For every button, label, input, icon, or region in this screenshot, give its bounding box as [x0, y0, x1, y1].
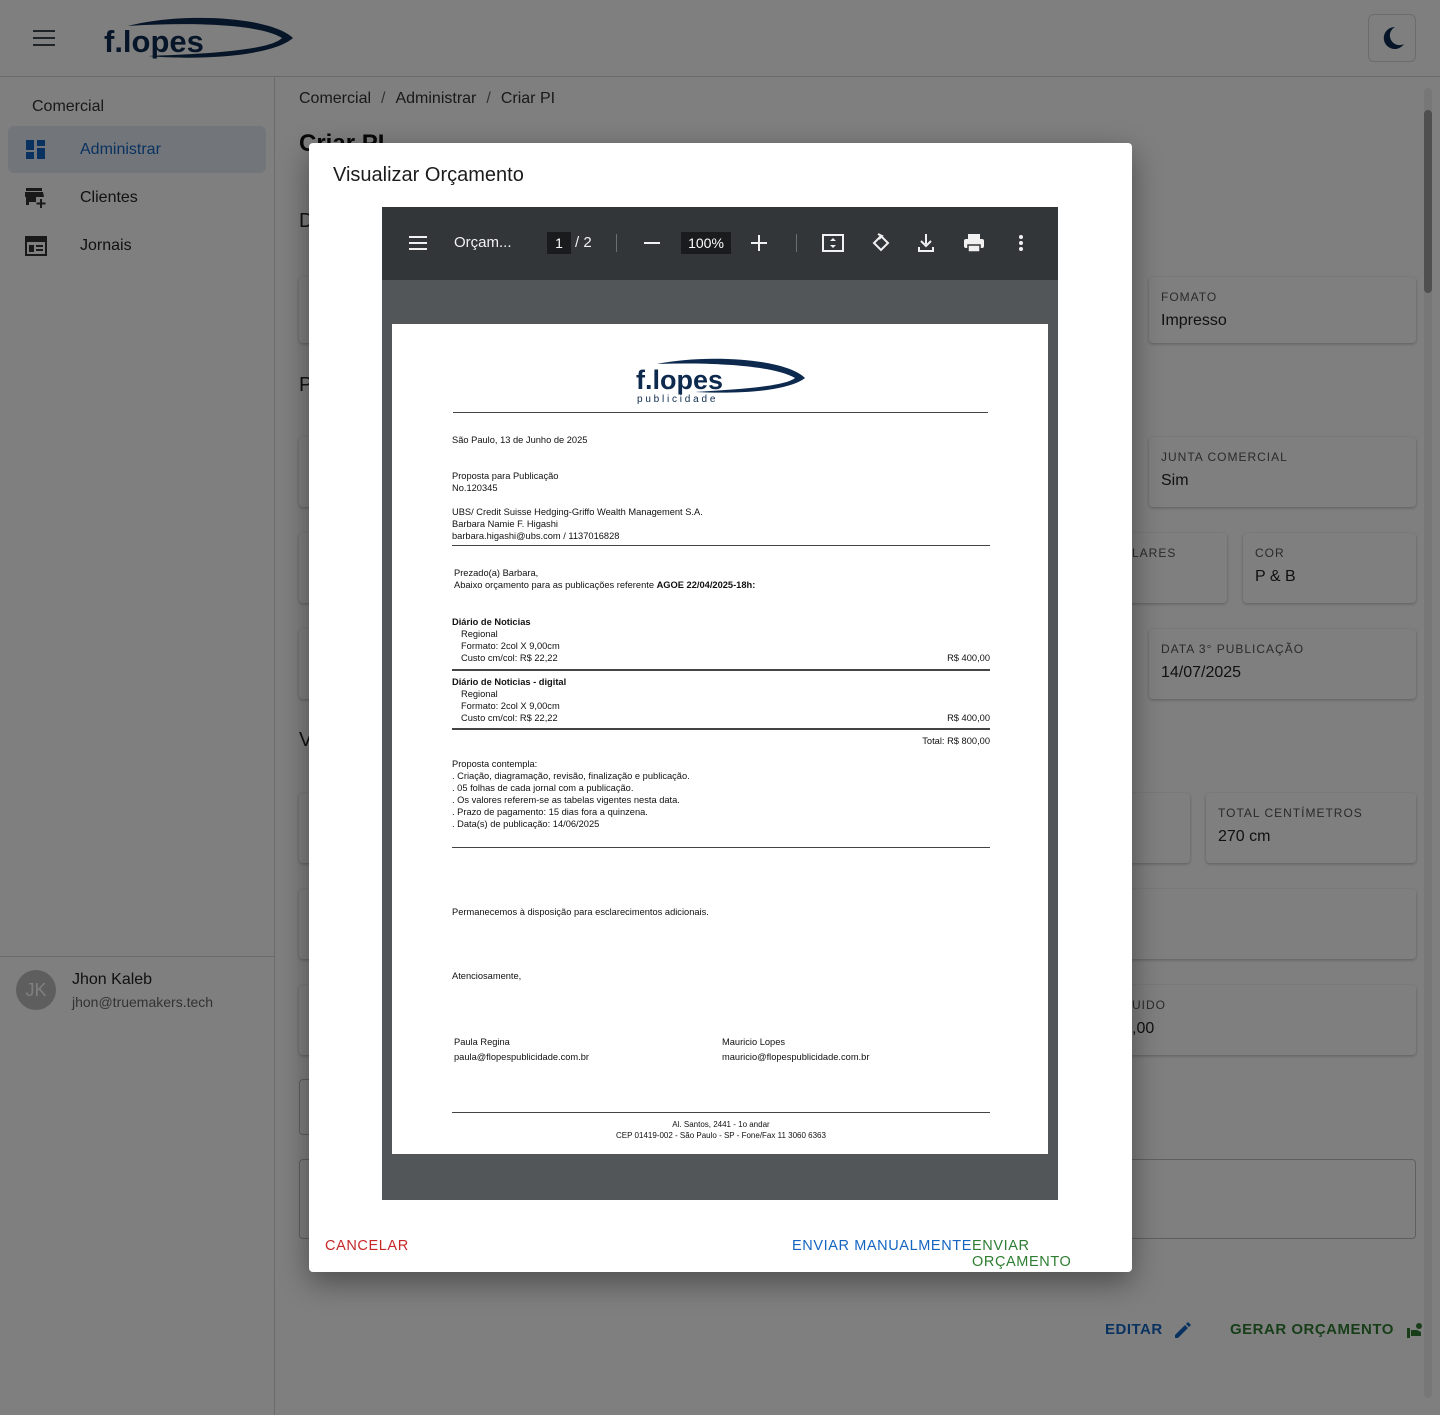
svg-text:f.lopes: f.lopes	[636, 365, 723, 395]
pdf-item-region: Regional	[461, 689, 498, 699]
pdf-closing: Permanecemos à disposição para esclareci…	[452, 907, 709, 917]
pdf-page: f.lopes p u b l i c i d a d e São Paulo,…	[392, 324, 1048, 1154]
pdf-toolbar: Orçam... 1 / 2 100%	[382, 207, 1058, 280]
pdf-regards: Atenciosamente,	[452, 971, 522, 981]
pdf-signer-email: paula@flopespublicidade.com.br	[454, 1052, 590, 1062]
pdf-rule	[452, 545, 990, 546]
pdf-rule	[452, 669, 990, 671]
pdf-proposal-number: No.120345	[452, 483, 498, 493]
fit-to-page-icon[interactable]	[822, 233, 844, 253]
pdf-date: São Paulo, 13 de Junho de 2025	[452, 435, 588, 445]
send-manually-button[interactable]: ENVIAR MANUALMENTE	[792, 1238, 972, 1254]
zoom-out-icon[interactable]	[644, 242, 660, 244]
toolbar-divider	[796, 234, 797, 252]
pdf-document-title: Orçam...	[454, 234, 512, 251]
page-count: / 2	[575, 234, 592, 251]
page-number-input[interactable]: 1	[547, 232, 571, 254]
pdf-client-contact: Barbara Namie F. Higashi	[452, 519, 558, 529]
rotate-icon[interactable]	[870, 232, 892, 254]
pdf-item-name: Diário de Noticias	[452, 617, 531, 627]
pdf-terms-line: Proposta contempla:	[452, 759, 538, 769]
pdf-viewer[interactable]: Orçam... 1 / 2 100% f.lopes p u b l i c …	[382, 207, 1058, 1200]
pdf-footer-contact: CEP 01419-002 - São Paulo - SP - Fone/Fa…	[616, 1131, 826, 1140]
pdf-item-price: R$ 400,00	[947, 713, 990, 723]
pdf-item-name: Diário de Noticias - digital	[452, 677, 567, 687]
pdf-footer-address: Al. Santos, 2441 - 1o andar	[672, 1120, 770, 1129]
svg-text:p u b l i c i d a d e: p u b l i c i d a d e	[637, 394, 716, 405]
pdf-brand-logo: f.lopes p u b l i c i d a d e	[636, 358, 805, 405]
zoom-in-icon[interactable]	[751, 235, 767, 251]
cancel-button[interactable]: CANCELAR	[325, 1238, 409, 1254]
pdf-item-format: Formato: 2col X 9,00cm	[461, 701, 560, 711]
zoom-level-input[interactable]: 100%	[681, 232, 731, 254]
download-icon[interactable]	[917, 233, 935, 253]
pdf-client-company: UBS/ Credit Suisse Hedging-Griffo Wealth…	[452, 507, 703, 517]
menu-icon[interactable]	[408, 235, 428, 251]
preview-quote-dialog: Visualizar Orçamento Orçam... 1 / 2 100%	[309, 143, 1132, 1272]
toolbar-divider	[616, 234, 617, 252]
pdf-signer-name: Mauricio Lopes	[722, 1037, 786, 1047]
send-quote-button[interactable]: ENVIAR ORÇAMENTO	[972, 1238, 1132, 1270]
dialog-title: Visualizar Orçamento	[333, 164, 524, 186]
pdf-rule	[453, 412, 988, 413]
pdf-terms-line: . Data(s) de publicação: 14/06/2025	[452, 819, 600, 829]
pdf-rule	[452, 847, 990, 848]
print-icon[interactable]	[963, 233, 985, 253]
pdf-rule	[452, 728, 990, 730]
pdf-item-price: R$ 400,00	[947, 653, 990, 663]
pdf-rule	[452, 1112, 990, 1113]
pdf-item-format: Formato: 2col X 9,00cm	[461, 641, 560, 651]
pdf-greeting: Prezado(a) Barbara,	[454, 568, 539, 578]
pdf-item-cost: Custo cm/col: R$ 22,22	[461, 653, 558, 663]
pdf-terms-line: . Prazo de pagamento: 15 dias fora a qui…	[452, 807, 648, 817]
pdf-item-region: Regional	[461, 629, 498, 639]
pdf-terms-line: . 05 folhas de cada jornal com a publica…	[452, 783, 634, 793]
pdf-signer-name: Paula Regina	[454, 1037, 510, 1047]
pdf-proposal-title: Proposta para Publicação	[452, 471, 559, 481]
pdf-intro: Abaixo orçamento para as publicações ref…	[454, 580, 756, 590]
pdf-client-email: barbara.higashi@ubs.com / 1137016828	[452, 531, 620, 541]
pdf-total: Total: R$ 800,00	[922, 736, 990, 746]
pdf-terms-line: . Os valores referem-se as tabelas vigen…	[452, 795, 680, 805]
pdf-item-cost: Custo cm/col: R$ 22,22	[461, 713, 558, 723]
pdf-signer-email: mauricio@flopespublicidade.com.br	[722, 1052, 870, 1062]
pdf-terms-line: . Criação, diagramação, revisão, finaliz…	[452, 771, 690, 781]
more-options-icon[interactable]	[1018, 234, 1024, 252]
